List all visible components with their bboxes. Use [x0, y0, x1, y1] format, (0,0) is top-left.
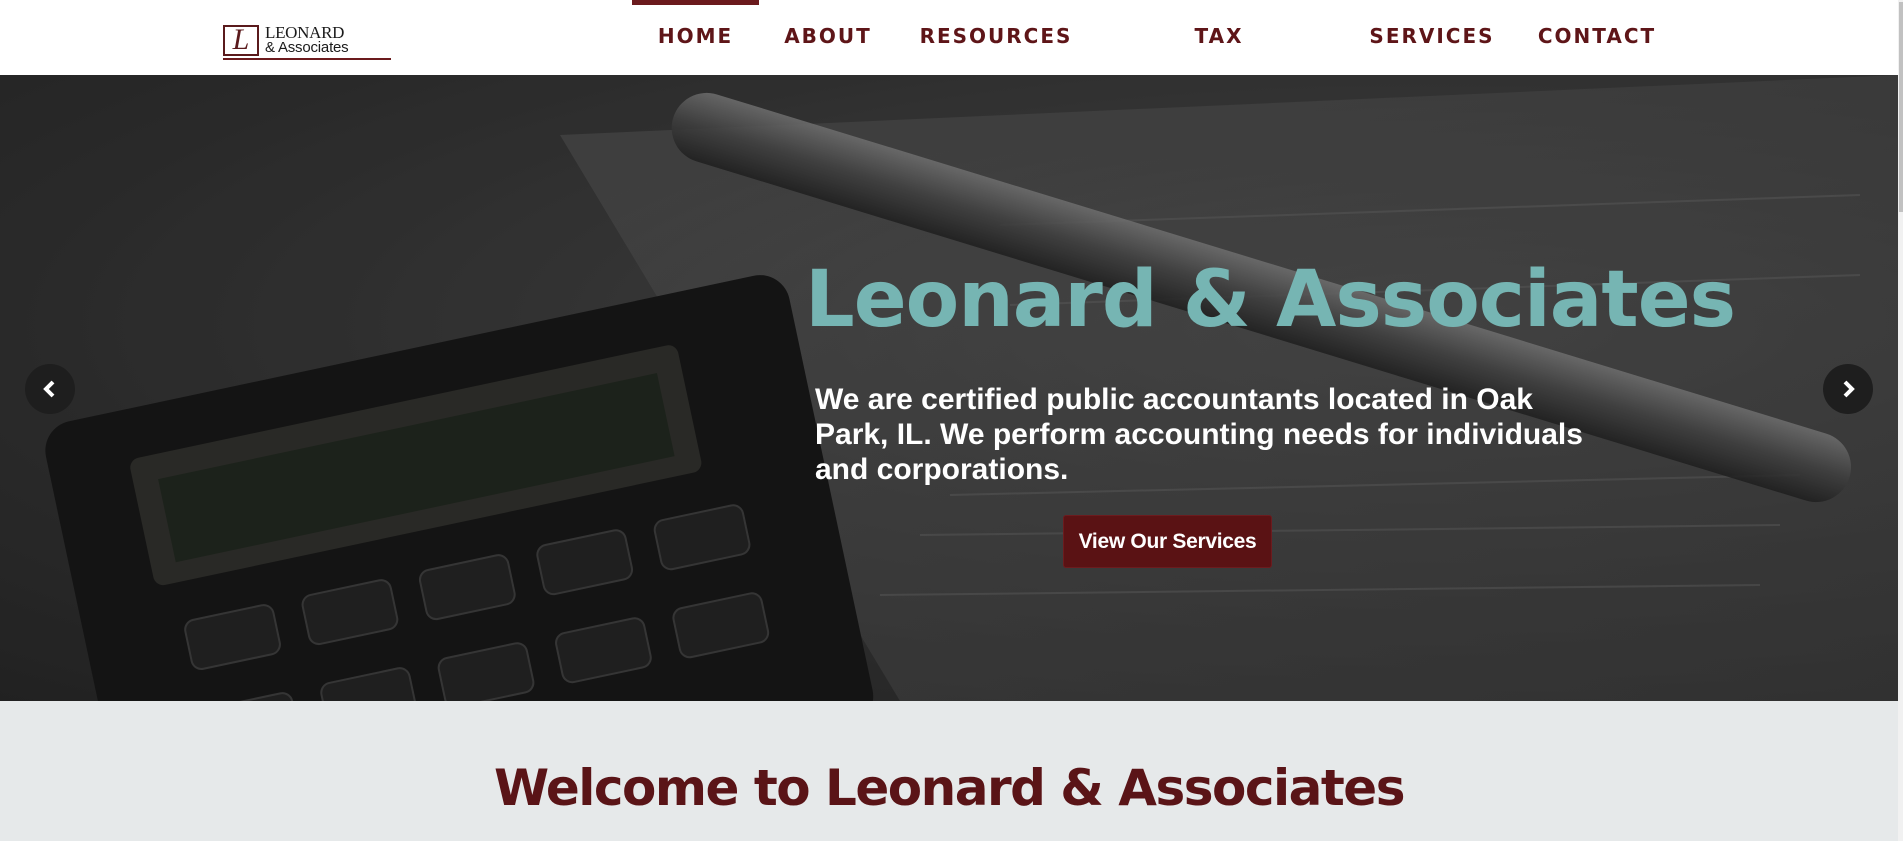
nav-services[interactable]: SERVICES — [1368, 0, 1496, 75]
nav-about[interactable]: ABOUT — [770, 0, 886, 75]
nav-contact-label: CONTACT — [1537, 24, 1657, 48]
welcome-section: Welcome to Leonard & Associates — [0, 701, 1898, 841]
welcome-title: Welcome to Leonard & Associates — [494, 759, 1405, 817]
scrollbar-thumb[interactable] — [1899, 2, 1903, 212]
view-services-button[interactable]: View Our Services — [1063, 515, 1272, 568]
chevron-right-icon — [1843, 380, 1855, 398]
nav-about-label: ABOUT — [784, 24, 872, 48]
site-header: L LEONARD & Associates HOME ABOUT RESOUR… — [0, 0, 1898, 120]
nav-contact[interactable]: CONTACT — [1536, 0, 1658, 75]
chevron-left-icon — [43, 380, 55, 398]
carousel-prev-button[interactable] — [25, 364, 75, 414]
nav-services-label: SERVICES — [1369, 24, 1495, 48]
nav-home-label: HOME — [657, 24, 734, 48]
main-nav: HOME ABOUT RESOURCES TAX RESOLUTION SERV… — [0, 0, 1898, 120]
carousel-next-button[interactable] — [1823, 364, 1873, 414]
nav-home[interactable]: HOME — [632, 0, 759, 75]
hero-carousel: Leonard & Associates We are certified pu… — [0, 75, 1898, 701]
hero-title: Leonard & Associates — [805, 255, 1736, 345]
hero-subtitle: We are certified public accountants loca… — [815, 383, 1583, 486]
nav-tax-resolution[interactable]: TAX RESOLUTION — [1115, 0, 1323, 120]
nav-resources-label: RESOURCES — [919, 24, 1073, 48]
nav-resources[interactable]: RESOURCES — [918, 0, 1074, 75]
